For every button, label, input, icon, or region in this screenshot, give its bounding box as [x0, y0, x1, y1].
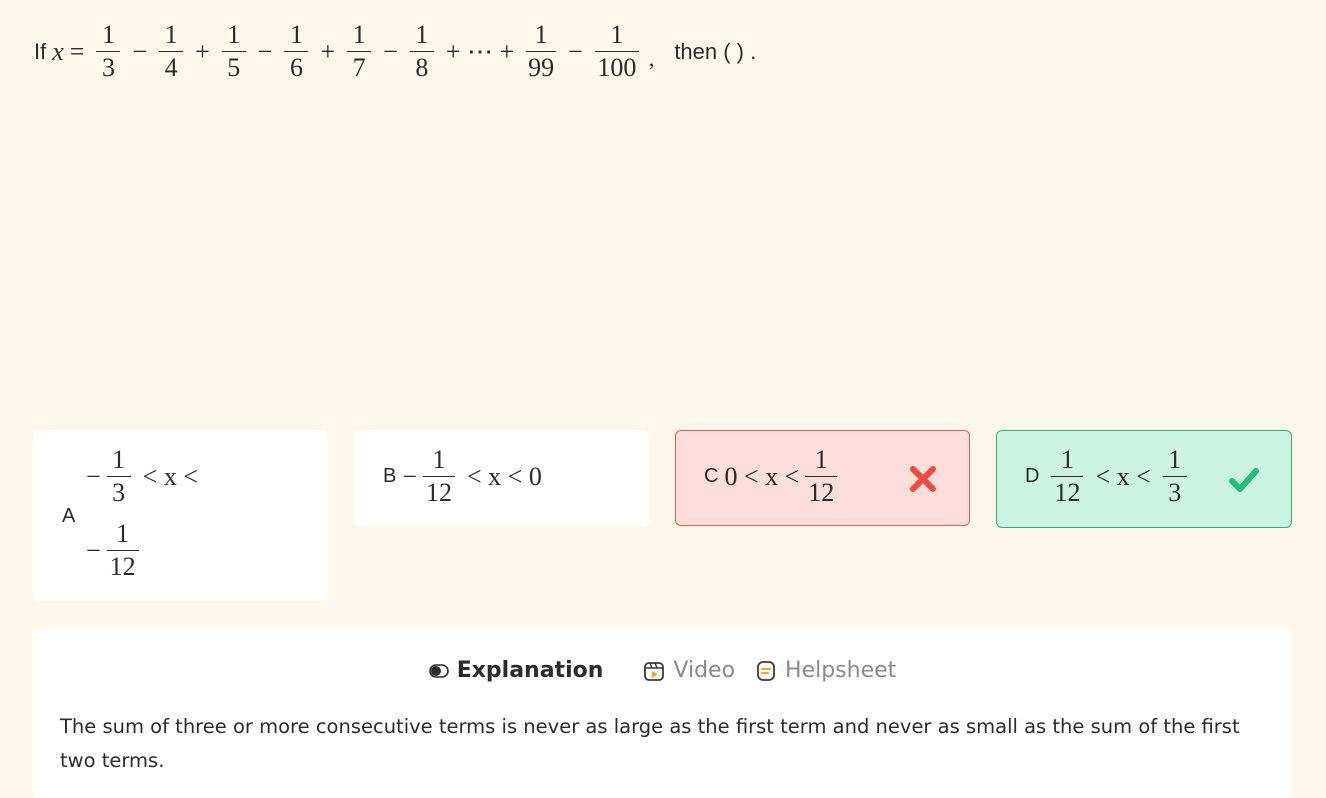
option-a-math-line1: − 1 3 < x <: [86, 445, 198, 507]
tab-label: Helpsheet: [785, 658, 897, 683]
fraction: 1 3: [1162, 447, 1187, 506]
cross-icon: [910, 466, 936, 492]
explanation-text: The sum of three or more consecutive ter…: [60, 715, 1240, 772]
tab-label: Video: [673, 658, 736, 683]
option-letter: B: [383, 465, 397, 487]
option-letter: A: [62, 505, 76, 527]
option-d-math: 1 12 < x < 1 3: [1045, 447, 1192, 506]
tab-helpsheet[interactable]: Helpsheet: [755, 658, 896, 683]
comma: ,: [648, 45, 655, 71]
ellipsis: + ⋯ +: [445, 36, 515, 66]
option-letter: D: [1025, 465, 1040, 487]
question-lead: If: [34, 38, 47, 64]
option-d-content: D 1 12 < x < 1 3: [1025, 447, 1193, 506]
fraction-term: 1 7: [347, 22, 372, 81]
fraction-term: 1 4: [159, 22, 184, 81]
explanation-panel: Explanation Video Helpsheet The sum of t…: [33, 628, 1292, 798]
option-b-content: B − 1 12 < x < 0: [383, 447, 548, 506]
var-x: x: [52, 36, 64, 66]
operator: −: [383, 36, 398, 66]
fraction-term: 1 100: [594, 22, 639, 81]
check-icon: [1229, 468, 1259, 492]
fraction-term: 1 3: [96, 22, 121, 81]
fraction-term: 1 6: [284, 22, 309, 81]
fraction: 1 3: [106, 447, 131, 506]
question-then: then ( ) .: [674, 38, 757, 64]
option-c-math: 0 < x < 1 12: [724, 447, 843, 506]
equals-sign: =: [69, 36, 85, 66]
option-letter: C: [704, 465, 719, 487]
option-b-card[interactable]: B − 1 12 < x < 0: [354, 430, 649, 526]
option-d-card[interactable]: D 1 12 < x < 1 3: [996, 430, 1292, 528]
fraction: 1 12: [805, 447, 838, 506]
helpsheet-icon: [755, 660, 777, 682]
operator: −: [568, 36, 583, 66]
fraction-term: 1 99: [526, 20, 557, 82]
fraction: 1 12: [106, 521, 139, 580]
operator: +: [195, 36, 210, 66]
option-a-math-line2: − 1 12: [86, 521, 145, 580]
explanation-tabs: Explanation Video Helpsheet: [33, 658, 1292, 683]
tab-video[interactable]: Video: [643, 658, 735, 683]
operator: −: [132, 36, 148, 66]
operator: +: [320, 36, 336, 66]
operator: −: [257, 36, 273, 66]
option-c-card[interactable]: C 0 < x < 1 12: [675, 430, 970, 526]
fraction: 1 12: [423, 447, 456, 506]
tab-label: Explanation: [456, 658, 604, 683]
video-icon: [643, 660, 665, 682]
option-c-content: C 0 < x < 1 12: [704, 447, 843, 506]
toggle-dot-icon: [428, 663, 449, 678]
question-stem: If x = 1 3 − 1 4 + 1 5 − 1 6 + 1 7 − 1 8…: [34, 22, 756, 81]
fraction-term: 1 8: [409, 22, 434, 81]
question-equation: x = 1 3 − 1 4 + 1 5 − 1 6 + 1 7 − 1 8 + …: [52, 22, 645, 81]
fraction: 1 12: [1051, 447, 1084, 506]
option-a-card[interactable]: A − 1 3 < x < − 1 12: [33, 430, 328, 601]
option-b-math: − 1 12 < x < 0: [402, 445, 542, 507]
fraction-term: 1 5: [221, 22, 246, 81]
tab-explanation[interactable]: Explanation: [428, 658, 604, 683]
